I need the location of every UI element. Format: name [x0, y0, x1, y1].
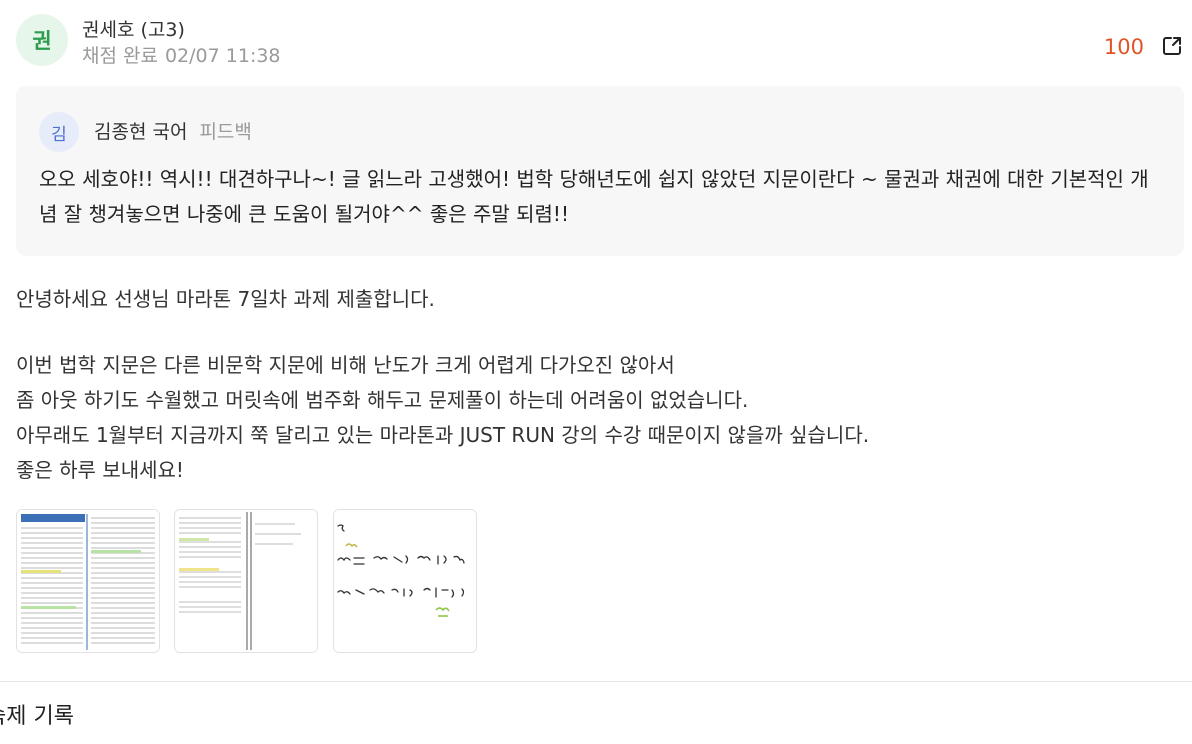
- feedback-tag: 피드백: [199, 121, 252, 143]
- teacher-feedback-card: 김 김종현 국어 피드백 오오 세호야!! 역시!! 대견하구나~! 글 읽느라 …: [16, 86, 1184, 256]
- post-greeting: 안녕하세요 선생님 마라톤 7일차 과제 제출합니다.: [16, 287, 435, 311]
- post-line: 아무래도 1월부터 지금까지 쭉 달리고 있는 마라톤과 JUST RUN 강의…: [16, 423, 870, 447]
- section-divider: [0, 681, 1192, 682]
- score: 100: [1103, 35, 1144, 59]
- student-name: 권세호 (고3): [82, 19, 185, 41]
- attachment-thumbnail[interactable]: [16, 509, 160, 653]
- grading-status-line: 채점 완료 02/07 11:38: [82, 41, 281, 68]
- submission-header: 권 권세호 (고3) 채점 완료 02/07 11:38 100: [16, 14, 1184, 70]
- submission-body: 안녕하세요 선생님 마라톤 7일차 과제 제출합니다. 이번 법학 지문은 다른…: [16, 282, 1176, 488]
- post-line: 좋은 하루 보내세요!: [16, 458, 184, 482]
- teacher-label: 김종현 국어 피드백: [94, 117, 252, 144]
- post-line: 이번 법학 지문은 다른 비문학 지문에 비해 난도가 크게 어렵게 다가오진 …: [16, 353, 675, 377]
- teacher-name: 김종현 국어: [94, 121, 188, 143]
- attachment-thumbnail[interactable]: [333, 509, 477, 653]
- feedback-text: 오오 세호야!! 역시!! 대견하구나~! 글 읽느라 고생했어! 법학 당해년…: [39, 167, 1149, 226]
- submission-datetime: 02/07 11:38: [164, 45, 281, 67]
- grading-status: 채점 완료: [82, 45, 158, 67]
- post-line: 좀 아웃 하기도 수월했고 머릿속에 범주화 해두고 문제풀이 하는데 어려움이…: [16, 388, 749, 412]
- share-external-icon[interactable]: [1160, 34, 1184, 58]
- homework-submission-page: 권 권세호 (고3) 채점 완료 02/07 11:38 100 김 김종현 국어…: [0, 0, 1192, 744]
- student-avatar: 권: [16, 14, 68, 66]
- teacher-avatar: 김: [39, 112, 79, 152]
- homework-history-title: 숙제 기록: [0, 704, 74, 729]
- attachment-thumbnail[interactable]: [174, 509, 318, 653]
